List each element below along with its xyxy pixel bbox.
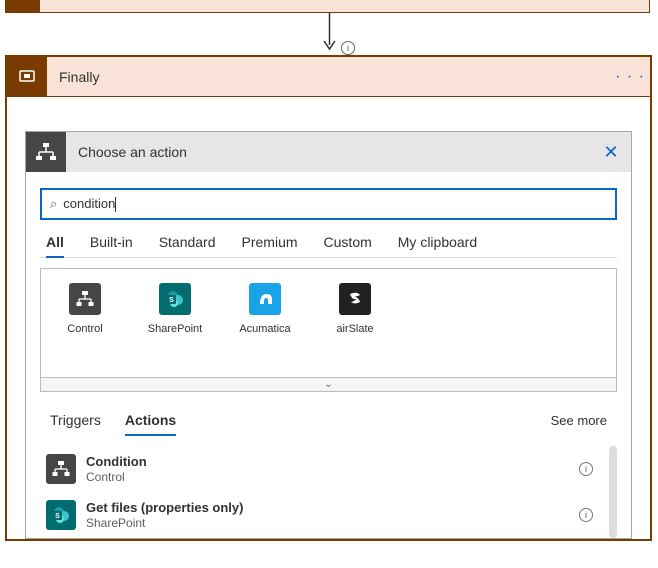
see-more-link[interactable]: See more — [551, 413, 607, 428]
info-icon[interactable]: i — [341, 41, 355, 55]
connector-label: Acumatica — [239, 323, 290, 335]
result-subtitle: SharePoint — [86, 516, 569, 530]
result-title: Condition — [86, 454, 569, 470]
tab-actions[interactable]: Actions — [125, 412, 176, 436]
result-item[interactable]: S Get files (properties only)SharePoint i — [40, 492, 603, 538]
info-icon[interactable]: i — [579, 508, 593, 522]
connector-label: SharePoint — [148, 323, 202, 335]
tab-triggers[interactable]: Triggers — [50, 412, 101, 436]
action-picker-header: Choose an action ✕ — [26, 132, 631, 172]
scrollbar[interactable] — [609, 446, 617, 538]
flow-connector: i — [0, 13, 658, 53]
acumatica-icon — [249, 283, 281, 315]
filter-tab-all[interactable]: All — [46, 234, 64, 258]
result-title: Get files (properties only) — [86, 500, 569, 516]
filter-tab-my-clipboard[interactable]: My clipboard — [398, 234, 477, 258]
filter-tab-custom[interactable]: Custom — [324, 234, 372, 258]
result-list: ConditionControl i S Get files (properties … — [40, 446, 617, 538]
connector-label: Control — [67, 323, 102, 335]
connector-sharepoint[interactable]: S SharePoint — [147, 283, 203, 365]
search-icon: ⌕ — [50, 196, 57, 212]
close-icon[interactable]: ✕ — [591, 142, 631, 163]
connector-airslate[interactable]: airSlate — [327, 283, 383, 365]
svg-text:S: S — [55, 513, 60, 520]
previous-step-icon — [5, 0, 40, 13]
filter-tab-built-in[interactable]: Built-in — [90, 234, 133, 258]
finally-menu-button[interactable]: · · · — [610, 68, 650, 86]
search-input[interactable]: condition — [63, 196, 116, 212]
finally-icon — [7, 57, 47, 97]
result-item[interactable]: ConditionControl i — [40, 446, 603, 492]
search-box[interactable]: ⌕ condition — [40, 188, 617, 220]
control-icon — [69, 283, 101, 315]
connector-grid: Control S SharePoint Acumatica airSlate — [41, 269, 616, 377]
info-icon[interactable]: i — [579, 462, 593, 476]
expand-connectors-button[interactable]: ⌄ — [41, 377, 616, 391]
finally-title: Finally — [47, 69, 610, 85]
choose-action-icon — [26, 132, 66, 172]
filter-tab-standard[interactable]: Standard — [159, 234, 216, 258]
finally-card: Finally · · · Choose an action — [5, 55, 652, 541]
action-picker-panel: Choose an action ✕ ⌕ condition All Built-… — [25, 131, 632, 539]
svg-text:S: S — [169, 297, 174, 304]
filter-tabs: All Built-in Standard Premium Custom My clipb… — [40, 220, 617, 258]
sharepoint-icon: S — [159, 283, 191, 315]
connector-acumatica[interactable]: Acumatica — [237, 283, 293, 365]
sharepoint-icon: S — [46, 500, 76, 530]
control-icon — [46, 454, 76, 484]
previous-step-card — [5, 0, 650, 13]
finally-header[interactable]: Finally · · · — [7, 57, 650, 97]
action-picker-title: Choose an action — [66, 144, 591, 160]
connector-label: airSlate — [336, 323, 373, 335]
result-tabs-row: Triggers Actions See more — [40, 392, 617, 436]
filter-tab-premium[interactable]: Premium — [242, 234, 298, 258]
connector-box: Control S SharePoint Acumatica airSlate ⌄ — [40, 268, 617, 392]
result-subtitle: Control — [86, 470, 569, 484]
connector-control[interactable]: Control — [57, 283, 113, 365]
airslate-icon — [339, 283, 371, 315]
